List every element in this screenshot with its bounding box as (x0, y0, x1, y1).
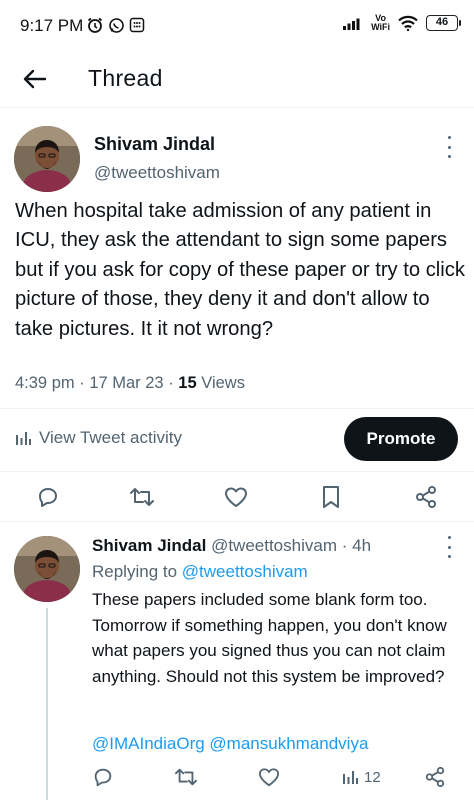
like-icon (258, 768, 279, 787)
like-button[interactable] (222, 483, 250, 511)
more-dot-icon (447, 545, 451, 549)
more-dot-icon (447, 136, 451, 139)
whatsapp-icon (109, 17, 124, 33)
tweet-activity-row: View Tweet activity Promote (0, 408, 474, 472)
reply-more-options-button[interactable] (442, 536, 456, 558)
more-options-button[interactable] (442, 136, 456, 158)
author-name[interactable]: Shivam Jindal (94, 134, 215, 155)
more-dot-icon (447, 145, 451, 149)
meta-separator: · (79, 374, 90, 392)
reply-mentions: @IMAIndiaOrg @mansukhmandviya (92, 734, 368, 754)
avatar[interactable] (14, 126, 80, 192)
like-button[interactable] (258, 764, 280, 790)
reply-tweet[interactable]: Shivam Jindal @tweettoshivam · 4h Replyi… (0, 522, 474, 800)
alarm-icon (87, 17, 103, 33)
tweet-meta: 4:39 pm · 17 Mar 23 · 15 Views (15, 374, 245, 393)
mention-link[interactable]: @mansukhmandviya (209, 734, 368, 753)
retweet-button[interactable] (128, 483, 156, 511)
replying-prefix: Replying to (92, 562, 178, 581)
analytics-icon (343, 771, 358, 784)
status-left-icons (86, 16, 145, 34)
author-handle[interactable]: @tweettoshivam (94, 163, 220, 183)
tweet-date: 17 Mar 23 (89, 374, 164, 392)
status-bar: 9:17 PM Vo WiFi 46 (0, 0, 474, 52)
battery-icon: 46 (426, 15, 461, 31)
share-icon (416, 486, 436, 508)
mention-link[interactable]: @IMAIndiaOrg (92, 734, 205, 753)
back-arrow-icon (23, 69, 47, 89)
meta-separator: · (341, 536, 353, 555)
retweet-icon (130, 488, 154, 506)
more-dot-icon (447, 555, 451, 558)
promote-button[interactable]: Promote (344, 417, 458, 461)
signal-icon (343, 18, 360, 30)
views-button[interactable]: 12 (342, 764, 381, 790)
tweet-time: 4:39 pm (15, 374, 75, 392)
like-icon (225, 487, 247, 507)
share-icon (425, 766, 445, 788)
wifi-call-label: WiFi (371, 22, 390, 32)
tweet-text: When hospital take admission of any pati… (15, 200, 465, 340)
avatar-image (14, 536, 80, 602)
page-title: Thread (88, 65, 163, 91)
replying-handle-link[interactable]: @tweettoshivam (182, 562, 308, 581)
reply-author-handle[interactable]: @tweettoshivam (211, 536, 337, 555)
back-button[interactable] (20, 64, 50, 94)
share-button[interactable] (424, 764, 446, 790)
views-label: Views (201, 374, 245, 392)
reply-button[interactable] (92, 764, 114, 790)
views-count: 15 (178, 374, 197, 392)
more-dot-icon (447, 155, 451, 158)
activity-label: View Tweet activity (39, 428, 182, 447)
reply-action-bar: 12 (0, 764, 474, 794)
avatar-image (14, 126, 80, 192)
retweet-icon (175, 768, 197, 786)
status-time: 9:17 PM (20, 16, 84, 35)
analytics-icon (16, 432, 31, 445)
retweet-button[interactable] (174, 764, 198, 790)
reply-views-count: 12 (364, 768, 381, 786)
bookmark-icon (323, 486, 339, 508)
reply-header: Shivam Jindal @tweettoshivam · 4h (92, 536, 371, 556)
tweet-action-bar (0, 472, 474, 522)
reply-age: 4h (352, 536, 372, 555)
more-dot-icon (447, 536, 451, 539)
reply-icon (39, 488, 57, 507)
meta-separator: · (168, 374, 179, 392)
reply-icon (94, 768, 112, 787)
share-button[interactable] (412, 483, 440, 511)
app-notification-icon (129, 17, 145, 33)
bookmark-button[interactable] (317, 483, 345, 511)
volte-indicator: Vo WiFi (371, 14, 390, 32)
reply-button[interactable] (34, 483, 62, 511)
thread-header: Thread (0, 52, 474, 108)
wifi-icon (398, 15, 418, 31)
reply-text: These papers included some blank form to… (92, 590, 447, 686)
status-right-icons: Vo WiFi 46 (343, 14, 461, 32)
replying-to: Replying to @tweettoshivam (92, 562, 308, 582)
reply-author-name[interactable]: Shivam Jindal (92, 536, 206, 555)
view-tweet-activity-link[interactable]: View Tweet activity (15, 428, 182, 448)
avatar[interactable] (14, 536, 80, 602)
